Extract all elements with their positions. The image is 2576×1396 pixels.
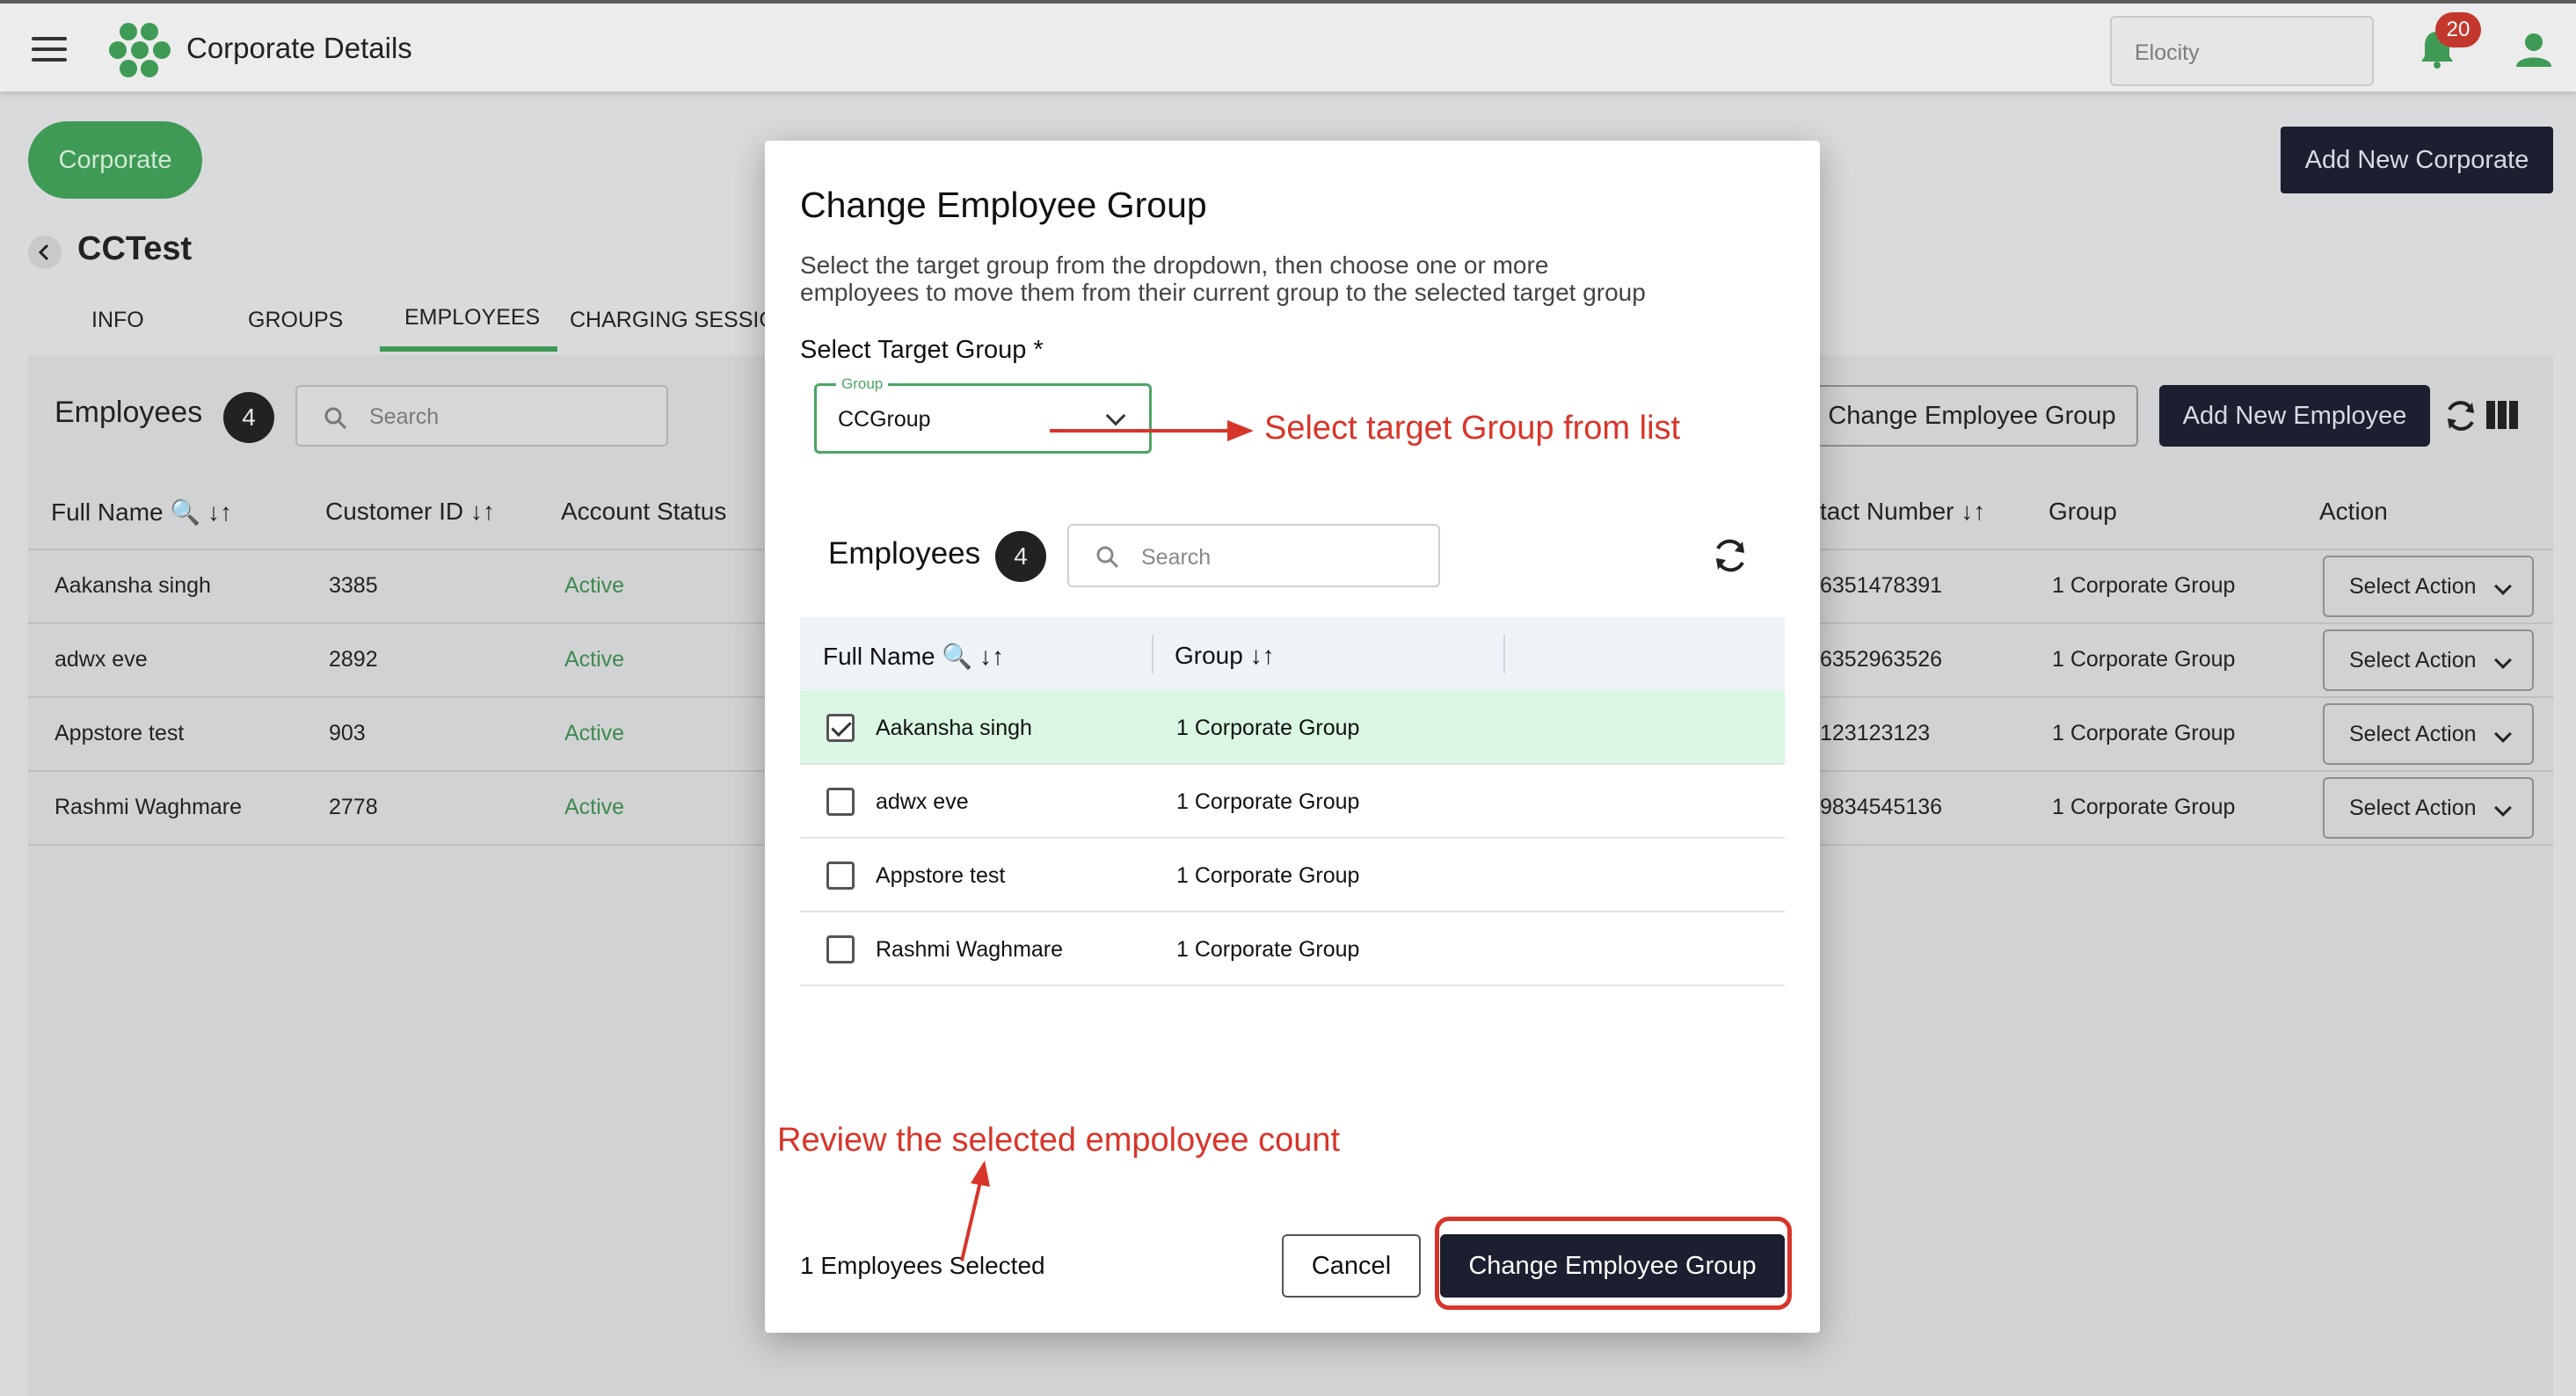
dialog-description: Select the target group from the dropdow… [800, 251, 1646, 306]
dialog-column-full-name[interactable]: Full Name 🔍 ↓↑ [823, 642, 1004, 671]
cancel-button[interactable]: Cancel [1282, 1234, 1421, 1298]
chevron-down-icon [2494, 651, 2512, 669]
dialog-employees-count-badge: 4 [995, 531, 1046, 582]
select-action-dropdown[interactable]: Select Action [2323, 556, 2534, 617]
back-chevron-icon[interactable] [28, 236, 62, 269]
target-group-label: Select Target Group * [800, 336, 1044, 364]
add-new-employee-button[interactable]: Add New Employee [2159, 385, 2430, 447]
group-select-value: CCGroup [838, 407, 931, 432]
chevron-down-icon [2494, 799, 2512, 817]
add-new-corporate-button[interactable]: Add New Corporate [2281, 127, 2553, 193]
row-checkbox[interactable] [826, 862, 855, 890]
annotation-select-group: Select target Group from list [1264, 410, 1681, 447]
columns-icon[interactable] [2486, 401, 2518, 429]
corporate-name: CCTest [77, 230, 193, 267]
change-employee-group-button[interactable]: Change Employee Group [1806, 385, 2138, 447]
corporate-pill[interactable]: Corporate [28, 121, 202, 199]
dialog-table-row[interactable]: Aakansha singh 1 Corporate Group [800, 691, 1785, 765]
search-icon [324, 407, 347, 430]
chevron-down-icon [2494, 578, 2512, 595]
select-action-dropdown[interactable]: Select Action [2323, 777, 2534, 839]
refresh-icon[interactable] [2442, 397, 2479, 434]
column-header-full-name[interactable]: Full Name 🔍 ↓↑ [51, 498, 232, 527]
annotation-arrow-up-icon [960, 1160, 990, 1261]
tab-employees[interactable]: EMPLOYEES [404, 305, 540, 331]
notification-count-badge: 20 [2435, 12, 2481, 47]
chevron-down-icon [2494, 725, 2512, 743]
row-checkbox[interactable] [826, 788, 855, 816]
select-action-dropdown[interactable]: Select Action [2323, 629, 2534, 691]
top-app-bar: Corporate Details Elocity 20 [0, 0, 2576, 91]
organization-select[interactable]: Elocity [2110, 16, 2374, 86]
dialog-table-row[interactable]: Appstore test 1 Corporate Group [800, 839, 1785, 912]
dialog-search-input[interactable]: Search [1067, 524, 1440, 587]
column-header-account-status: Account Status [561, 498, 727, 525]
tab-info[interactable]: INFO [91, 308, 144, 333]
dialog-employees-title: Employees [828, 536, 981, 571]
tab-charging-sessions[interactable]: CHARGING SESSIO [570, 308, 776, 333]
column-header-customer-id[interactable]: Customer ID ↓↑ [325, 498, 495, 526]
dialog-table-header: Full Name 🔍 ↓↑ Group ↓↑ [800, 617, 1785, 691]
column-header-contact-number[interactable]: tact Number ↓↑ [1820, 498, 1985, 526]
search-icon [1096, 546, 1119, 569]
employees-count-badge: 4 [223, 392, 274, 443]
select-action-dropdown[interactable]: Select Action [2323, 703, 2534, 765]
active-tab-indicator [380, 346, 557, 352]
group-field-legend: Group [836, 375, 889, 393]
row-checkbox[interactable] [826, 714, 855, 742]
page-title: Corporate Details [186, 32, 412, 64]
dialog-table-row[interactable]: Rashmi Waghmare 1 Corporate Group [800, 912, 1785, 986]
selected-count-text: 1 Employees Selected [800, 1252, 1045, 1279]
column-header-group: Group [2048, 498, 2117, 525]
refresh-icon[interactable] [1711, 536, 1750, 575]
employee-search-input[interactable]: Search [295, 385, 668, 447]
dialog-title: Change Employee Group [800, 185, 1207, 225]
employees-title: Employees [55, 396, 203, 429]
app-logo-icon [109, 23, 171, 77]
user-account-icon[interactable] [2514, 30, 2553, 69]
column-header-action: Action [2319, 498, 2388, 525]
tab-groups[interactable]: GROUPS [248, 308, 343, 333]
dialog-table-row[interactable]: adwx eve 1 Corporate Group [800, 765, 1785, 839]
menu-icon[interactable] [32, 37, 67, 62]
row-checkbox[interactable] [826, 935, 855, 963]
annotation-review-count: Review the selected empoloyee count [777, 1122, 1341, 1159]
dialog-column-group[interactable]: Group ↓↑ [1175, 642, 1275, 670]
annotation-arrow-right-icon [1050, 420, 1254, 441]
confirm-change-group-button[interactable]: Change Employee Group [1440, 1234, 1785, 1298]
